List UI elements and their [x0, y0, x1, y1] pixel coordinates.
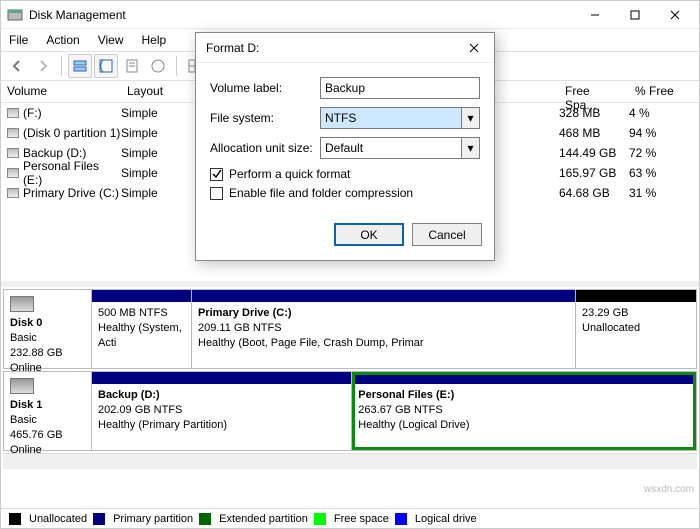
menu-action[interactable]: Action [44, 31, 81, 49]
compression-checkbox[interactable]: Enable file and folder compression [210, 186, 480, 200]
format-dialog: Format D: Volume label: Backup File syst… [195, 32, 495, 261]
watermark: wsxdn.com [644, 484, 694, 495]
partition-stripe [92, 290, 191, 302]
ok-button[interactable]: OK [334, 223, 404, 246]
label-filesystem: File system: [210, 111, 320, 125]
menu-help[interactable]: Help [140, 31, 169, 49]
partition[interactable]: Primary Drive (C:)209.11 GB NTFSHealthy … [192, 290, 576, 368]
volume-icon [7, 168, 19, 178]
legend-swatch-extended [199, 513, 211, 525]
label-volume: Volume label: [210, 81, 320, 95]
close-button[interactable] [655, 2, 695, 28]
partition[interactable]: Backup (D:)202.09 GB NTFSHealthy (Primar… [92, 372, 352, 450]
partition-stripe [192, 290, 575, 302]
toolbar-sep [61, 56, 62, 76]
toolbar-sep-2 [176, 56, 177, 76]
volume-label-input[interactable]: Backup [320, 77, 480, 99]
quick-format-checkbox[interactable]: Perform a quick format [210, 167, 480, 181]
dialog-close-button[interactable] [464, 38, 484, 58]
tool-layout-1[interactable] [68, 54, 92, 78]
col-pct-free[interactable]: % Free [629, 81, 699, 102]
volume-icon [7, 128, 19, 138]
horizontal-scrollbar[interactable] [3, 453, 697, 469]
tool-help[interactable] [146, 54, 170, 78]
legend-swatch-unallocated [9, 513, 21, 525]
volume-icon [7, 108, 19, 118]
back-button[interactable] [5, 54, 29, 78]
partition-stripe [576, 290, 696, 302]
partition-stripe [92, 372, 351, 384]
disk-label[interactable]: Disk 0 Basic 232.88 GB Online [4, 290, 92, 368]
partition-stripe [352, 372, 696, 384]
chevron-down-icon: ▾ [461, 108, 479, 128]
disk-graphic-view: Disk 0 Basic 232.88 GB Online 500 MB NTF… [1, 287, 699, 508]
col-layout[interactable]: Layout [121, 81, 201, 102]
tool-refresh[interactable] [94, 54, 118, 78]
volume-icon [7, 188, 19, 198]
menu-view[interactable]: View [96, 31, 126, 49]
minimize-button[interactable] [575, 2, 615, 28]
partition[interactable]: 500 MB NTFSHealthy (System, Acti [92, 290, 192, 368]
dialog-title: Format D: [206, 41, 464, 55]
legend-swatch-free [314, 513, 326, 525]
volume-icon [7, 148, 19, 158]
allocation-dropdown[interactable]: Default▾ [320, 137, 480, 159]
forward-button[interactable] [31, 54, 55, 78]
disk-icon [10, 296, 34, 312]
disk-icon [10, 378, 34, 394]
checkbox-unchecked-icon [210, 187, 223, 200]
partition-selected[interactable]: Personal Files (E:)263.67 GB NTFSHealthy… [352, 372, 696, 450]
col-volume[interactable]: Volume [1, 81, 121, 102]
disk-row-1: Disk 1 Basic 465.76 GB Online Backup (D:… [3, 371, 697, 451]
cancel-button[interactable]: Cancel [412, 223, 482, 246]
menu-file[interactable]: File [7, 31, 30, 49]
tool-properties[interactable] [120, 54, 144, 78]
app-title: Disk Management [29, 8, 575, 22]
titlebar: Disk Management [1, 1, 699, 29]
partition-unallocated[interactable]: 23.29 GBUnallocated [576, 290, 696, 368]
maximize-button[interactable] [615, 2, 655, 28]
label-allocation: Allocation unit size: [210, 141, 320, 155]
col-free-space[interactable]: Free Spa... [559, 81, 629, 102]
app-icon [7, 7, 23, 23]
chevron-down-icon: ▾ [461, 138, 479, 158]
window-controls [575, 2, 695, 28]
legend-swatch-primary [93, 513, 105, 525]
filesystem-dropdown[interactable]: NTFS▾ [320, 107, 480, 129]
disk-label[interactable]: Disk 1 Basic 465.76 GB Online [4, 372, 92, 450]
legend: Unallocated Primary partition Extended p… [1, 508, 699, 528]
legend-swatch-logical [395, 513, 407, 525]
disk-row-0: Disk 0 Basic 232.88 GB Online 500 MB NTF… [3, 289, 697, 369]
dialog-titlebar[interactable]: Format D: [196, 33, 494, 63]
checkbox-checked-icon [210, 168, 223, 181]
